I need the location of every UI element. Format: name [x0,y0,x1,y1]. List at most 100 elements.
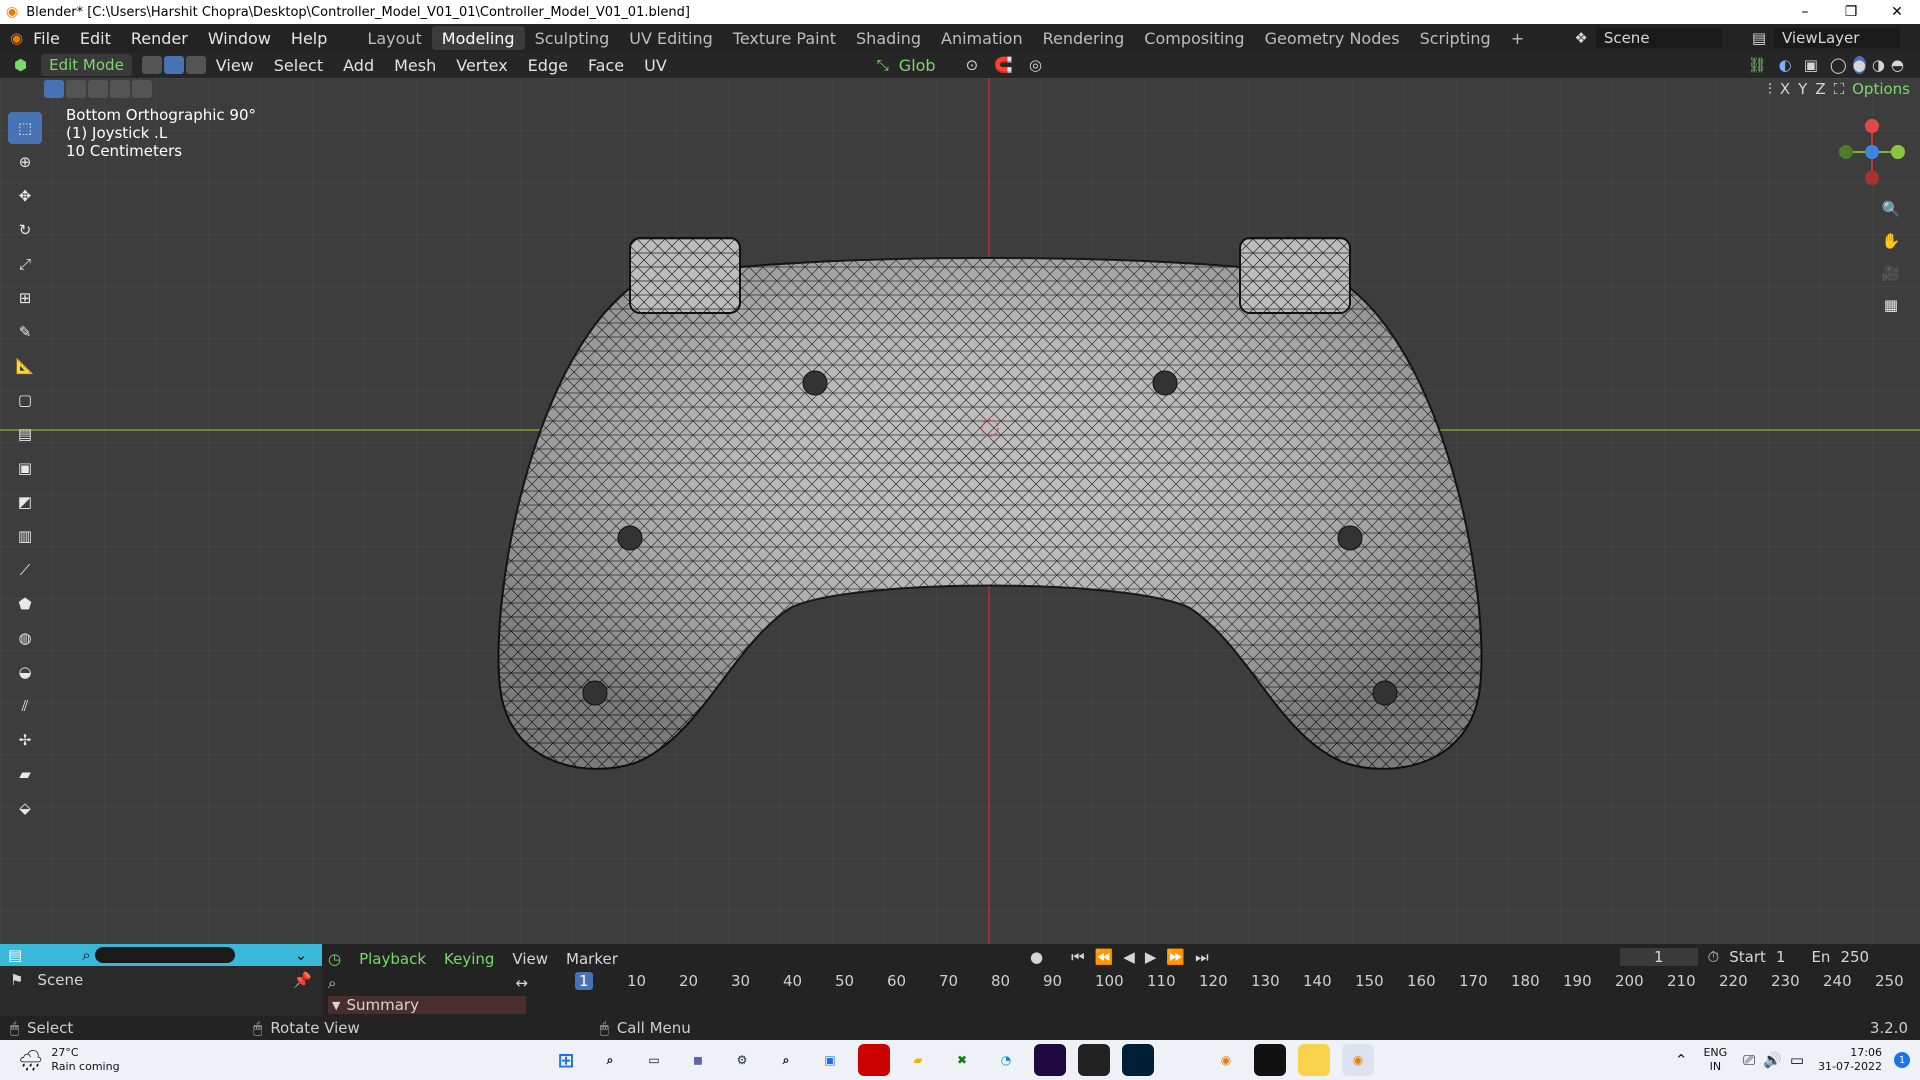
minimize-button[interactable]: – [1782,0,1828,24]
timeline-collapse-icon[interactable]: ↔ [515,974,528,992]
task-view-icon[interactable]: ▭ [638,1044,670,1076]
loop-cut-tool-icon[interactable]: ▥ [8,520,42,552]
rip-region-tool-icon[interactable]: ⬙ [8,792,42,824]
select-new-icon[interactable] [44,80,64,98]
weather-widget[interactable]: 27°C Rain coming [51,1046,119,1074]
end-frame-field[interactable]: 250 [1840,948,1869,966]
tray-chevron-icon[interactable]: ⌃ [1675,1051,1688,1069]
record-icon[interactable]: ● [1030,948,1043,966]
search-icon[interactable]: ⌕ [594,1044,626,1076]
solid-shading-icon[interactable]: ● [1852,56,1866,74]
photoshop-icon[interactable] [1122,1044,1154,1076]
frame-ruler[interactable]: 1 10 20 30 40 50 60 70 80 90 100 110 120 130 140 150 160… [540,972,1920,994]
menu-vertex[interactable]: Vertex [446,56,517,75]
smooth-tool-icon[interactable]: ◒ [8,656,42,688]
overlay-toggle-icon[interactable]: ◐ [1779,56,1792,74]
axis-z-button[interactable]: Z [1815,80,1825,98]
transform-tool-icon[interactable]: ⊞ [8,282,42,314]
edge-browser-icon[interactable]: ◔ [990,1044,1022,1076]
snap-icon[interactable]: 🧲 [994,56,1013,74]
outliner-filter-icon[interactable]: ⌄ [295,946,308,964]
inset-tool-icon[interactable]: ▣ [8,452,42,484]
select-invert-icon[interactable] [110,80,130,98]
spin-tool-icon[interactable]: ◍ [8,622,42,654]
orientation-dropdown[interactable]: Glob [889,56,946,75]
mode-dropdown[interactable]: Edit Mode [41,54,132,76]
menu-view[interactable]: View [206,56,264,75]
battery-icon[interactable]: ▭ [1790,1051,1804,1069]
blender-taskbar-alt-icon[interactable]: ◉ [1210,1044,1242,1076]
play-icon[interactable]: ▶ [1145,948,1157,966]
prev-keyframe-icon[interactable]: ⏪ [1095,948,1114,966]
file-explorer-icon[interactable]: ▰ [902,1044,934,1076]
pycharm-icon[interactable] [1254,1044,1286,1076]
maya-icon[interactable] [1166,1044,1198,1076]
tab-sculpting[interactable]: Sculpting [525,26,620,50]
after-effects-icon[interactable] [1034,1044,1066,1076]
gizmo-toggle-icon[interactable]: ⛓ [1748,56,1767,74]
tab-geometry-nodes[interactable]: Geometry Nodes [1255,26,1410,50]
blender-taskbar-icon[interactable]: ◉ [1342,1044,1374,1076]
edge-slide-tool-icon[interactable]: ⫽ [8,690,42,722]
xbox-icon[interactable]: ✖ [946,1044,978,1076]
blender-menu-icon[interactable]: ◉ [10,29,23,47]
teams-chat-icon[interactable]: ◼ [682,1044,714,1076]
navigation-gizmo[interactable] [1832,108,1912,188]
volume-icon[interactable]: 🔊 [1763,1051,1782,1069]
network-icon[interactable]: ⎚ [1743,1051,1755,1069]
start-menu-icon[interactable]: ⊞ [550,1044,582,1076]
camera-icon[interactable]: 🎥 [1876,258,1906,288]
summary-expand-icon[interactable]: ▼ [332,999,340,1012]
vertex-select-icon[interactable] [141,56,162,74]
tab-scripting[interactable]: Scripting [1410,26,1501,50]
select-box-tool-icon[interactable]: ⬚ [8,112,42,144]
maximize-button[interactable]: ❐ [1828,0,1874,24]
bevel-tool-icon[interactable]: ◩ [8,486,42,518]
playback-menu[interactable]: Playback [359,950,426,968]
menu-mesh[interactable]: Mesh [384,56,446,75]
add-workspace-button[interactable]: + [1501,26,1534,50]
knife-tool-icon[interactable]: ⟋ [8,554,42,586]
next-keyframe-icon[interactable]: ⏩ [1166,948,1185,966]
select-intersect-icon[interactable] [132,80,152,98]
menu-uv[interactable]: UV [634,56,677,75]
keying-menu[interactable]: Keying [444,950,494,968]
notification-badge[interactable]: 1 [1894,1052,1910,1068]
marker-menu[interactable]: Marker [566,950,618,968]
xray-toggle-icon[interactable]: ▣ [1804,56,1818,74]
menu-help[interactable]: Help [281,29,337,48]
menu-select[interactable]: Select [264,56,333,75]
pivot-icon[interactable]: ⊙ [966,56,979,74]
menu-add[interactable]: Add [333,56,384,75]
pan-hand-icon[interactable]: ✋ [1876,226,1906,256]
search-app-icon[interactable]: ⌕ [770,1044,802,1076]
timeline-type-icon[interactable]: ◷ [328,950,341,968]
3d-viewport[interactable]: ⫶ X Y Z ⛶ Options Bottom Orthographic 90… [0,78,1920,944]
options-dropdown[interactable]: Options [1852,80,1910,98]
rotate-tool-icon[interactable]: ↻ [8,214,42,246]
tab-compositing[interactable]: Compositing [1134,26,1254,50]
timeline-view-menu[interactable]: View [512,950,548,968]
axis-x-button[interactable]: X [1780,80,1790,98]
move-tool-icon[interactable]: ✥ [8,180,42,212]
tab-layout[interactable]: Layout [357,26,431,50]
tab-modeling[interactable]: Modeling [431,26,525,50]
outliner-scene-row[interactable]: ⚑ Scene 📌 [0,966,322,994]
proportional-edit-icon[interactable]: ◎ [1029,56,1042,74]
jump-end-icon[interactable]: ⏭ [1195,948,1209,966]
tab-uv-editing[interactable]: UV Editing [619,26,722,50]
poly-build-tool-icon[interactable]: ⬟ [8,588,42,620]
measure-tool-icon[interactable]: 📐 [8,350,42,382]
shrink-fatten-tool-icon[interactable]: ✢ [8,724,42,756]
clock[interactable]: 17:06 31-07-2022 [1818,1046,1882,1074]
material-shading-icon[interactable]: ◑ [1872,56,1885,74]
axis-y-button[interactable]: Y [1798,80,1807,98]
viewlayer-selector[interactable]: ViewLayer [1774,28,1900,48]
cursor-tool-icon[interactable]: ⊕ [8,146,42,178]
sticky-notes-icon[interactable] [1298,1044,1330,1076]
zoom-icon[interactable]: 🔍 [1876,194,1906,224]
summary-channel[interactable]: ▼ Summary [328,996,526,1014]
weather-icon[interactable]: 🌧 [18,1048,43,1072]
add-cube-tool-icon[interactable]: ▢ [8,384,42,416]
menu-file[interactable]: File [23,29,70,48]
